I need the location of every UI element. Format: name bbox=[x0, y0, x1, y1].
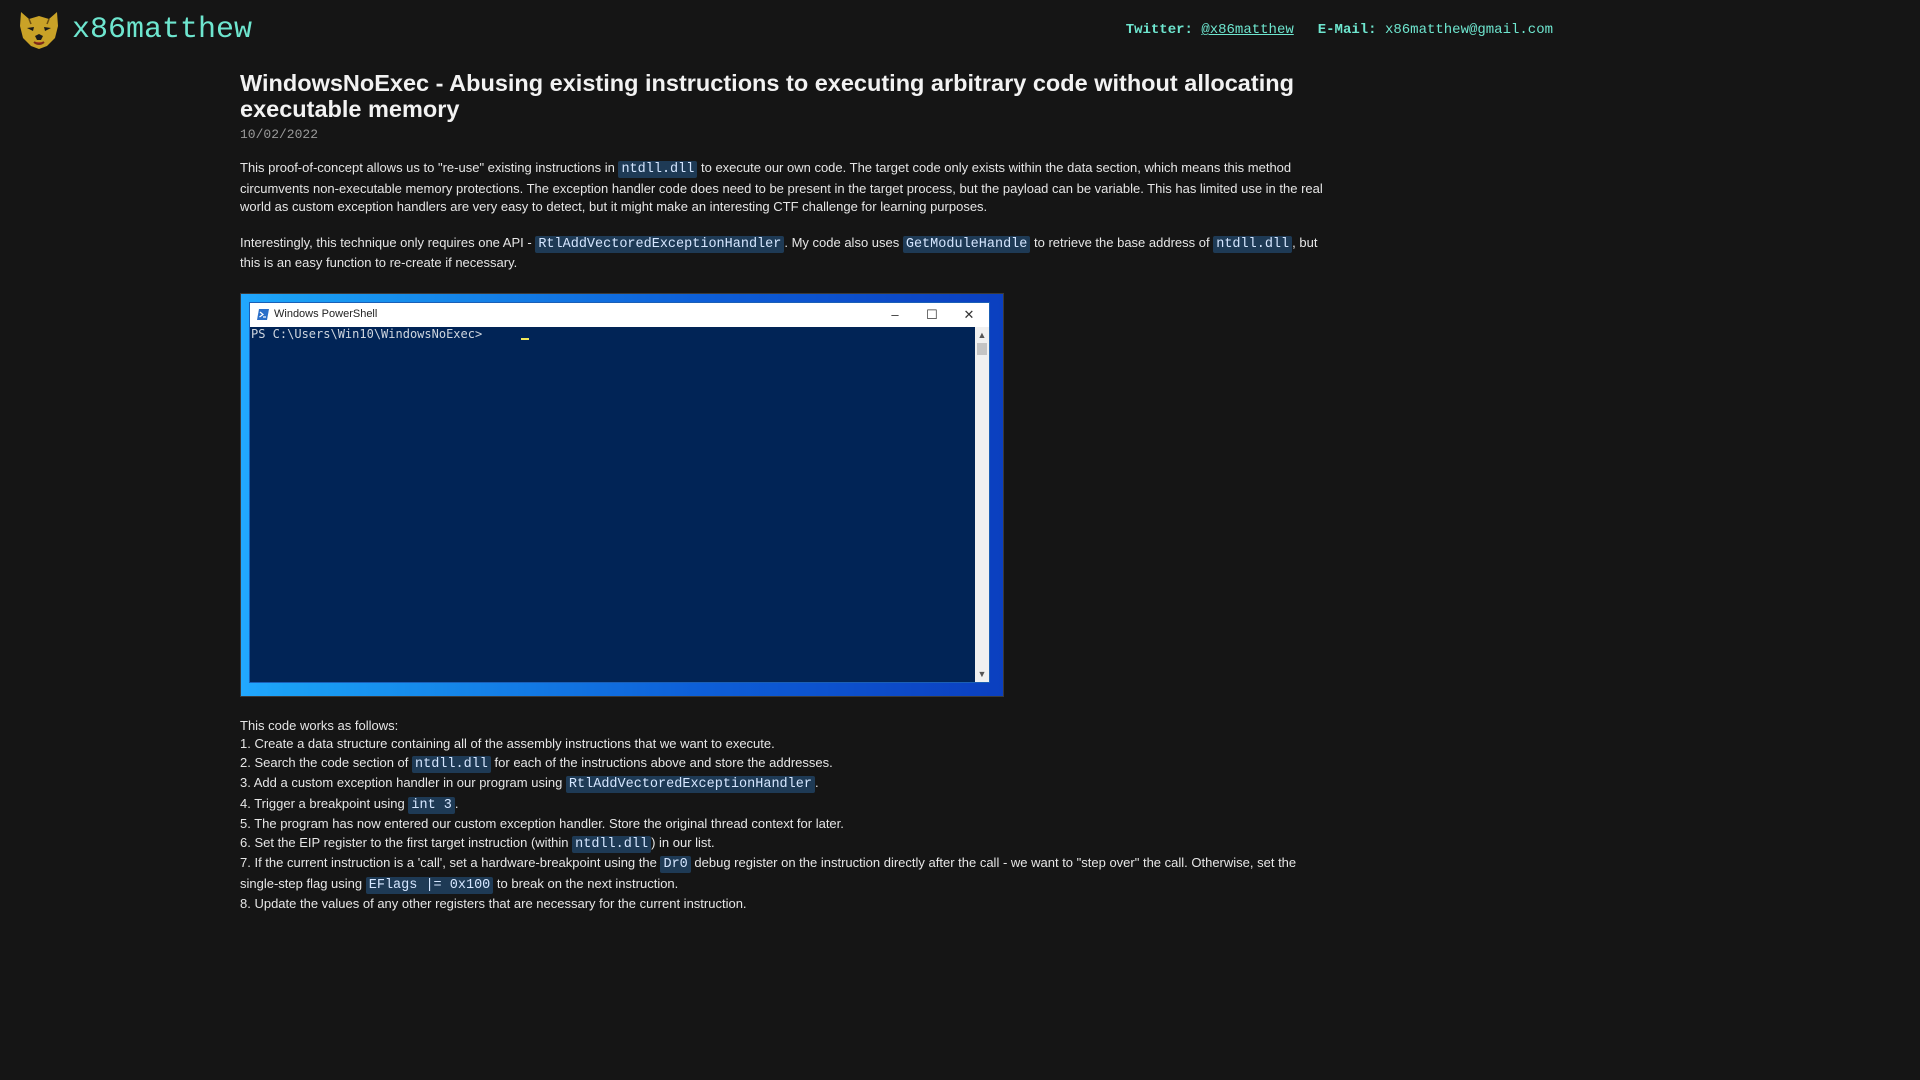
article-title: WindowsNoExec - Abusing existing instruc… bbox=[240, 70, 1294, 122]
list-item: 8. Update the values of any other regist… bbox=[240, 896, 747, 911]
site-header: x86matthew Twitter: @x86matthew E-Mail: x… bbox=[0, 0, 1568, 62]
intro-paragraph: This proof-of-concept allows us to "re-u… bbox=[240, 159, 1325, 217]
minimize-button[interactable]: – bbox=[877, 303, 913, 327]
api-text-1: Interestingly, this technique only requi… bbox=[240, 234, 536, 250]
demo-screenshot: Windows PowerShell – ☐ ✕ PS C:\Users\Win… bbox=[240, 292, 1004, 697]
inline-code: Dr0 bbox=[660, 856, 691, 873]
scroll-thumb[interactable] bbox=[977, 342, 987, 355]
list-item: 6. Set the EIP register to the first tar… bbox=[240, 834, 1325, 855]
inline-code: ntdll.dll bbox=[1213, 235, 1293, 253]
inline-code: RtlAddVectoredExceptionHandler bbox=[565, 776, 815, 793]
list-item: 5. The program has now entered our custo… bbox=[240, 816, 844, 831]
list-item: 1. Create a data structure containing al… bbox=[240, 736, 775, 751]
step-text: 3. Add a custom exception handler in our… bbox=[240, 775, 566, 790]
step-text: 7. If the current instruction is a 'call… bbox=[240, 855, 661, 870]
twitter-label: Twitter: bbox=[1125, 22, 1193, 38]
intro-text-1: This proof-of-concept allows us to "re-u… bbox=[240, 160, 619, 175]
inline-code: ntdll.dll bbox=[572, 835, 652, 853]
inline-code: ntdll.dll bbox=[412, 755, 491, 773]
close-button[interactable]: ✕ bbox=[951, 303, 987, 327]
inline-code: GetModuleHandle bbox=[902, 235, 1031, 253]
window-title: Windows PowerShell bbox=[274, 307, 378, 320]
email-address: x86matthew@gmail.com bbox=[1384, 22, 1553, 38]
list-item: 3. Add a custom exception handler in our… bbox=[240, 774, 1325, 795]
inline-code: EFlags |= 0x100 bbox=[365, 876, 494, 894]
text-cursor bbox=[521, 337, 529, 340]
steps-list: This code works as follows: 1. Create a … bbox=[240, 717, 1325, 914]
api-paragraph: Interestingly, this technique only requi… bbox=[240, 234, 1325, 273]
maximize-button[interactable]: ☐ bbox=[914, 303, 950, 327]
contact-info: Twitter: @x86matthew E-Mail: x86matthew@g… bbox=[1126, 22, 1553, 38]
list-item: 7. If the current instruction is a 'call… bbox=[240, 854, 1325, 895]
scroll-down-icon[interactable]: ▼ bbox=[975, 668, 989, 680]
step-text: 4. Trigger a breakpoint using bbox=[240, 795, 409, 811]
console-area[interactable]: PS C:\Users\Win10\WindowsNoExec> bbox=[250, 327, 975, 682]
steps-intro: This code works as follows: bbox=[240, 717, 399, 733]
api-text-3: to retrieve the base address of bbox=[1030, 234, 1214, 250]
wolverine-logo-icon[interactable] bbox=[17, 10, 61, 50]
inline-code: ntdll.dll bbox=[618, 161, 698, 178]
inline-code: RtlAddVectoredExceptionHandler bbox=[535, 235, 785, 253]
step-text: . bbox=[814, 775, 819, 790]
step-text: ) in our list. bbox=[651, 834, 715, 850]
article: WindowsNoExec - Abusing existing instruc… bbox=[240, 70, 1325, 914]
api-text-2: . My code also uses bbox=[784, 234, 903, 250]
step-text: 2. Search the code section of bbox=[240, 754, 412, 770]
list-item: 4. Trigger a breakpoint using int 3. bbox=[240, 795, 1325, 816]
inline-code: int 3 bbox=[408, 796, 455, 814]
powershell-icon bbox=[257, 308, 269, 320]
step-text: for each of the instructions above and s… bbox=[490, 754, 833, 770]
scroll-up-icon[interactable]: ▲ bbox=[975, 329, 989, 341]
site-title-link[interactable]: x86matthew bbox=[72, 13, 252, 47]
scrollbar[interactable]: ▲ ▼ bbox=[975, 326, 989, 682]
step-text: 6. Set the EIP register to the first tar… bbox=[240, 834, 573, 850]
powershell-window: Windows PowerShell – ☐ ✕ PS C:\Users\Win… bbox=[250, 302, 989, 682]
console-prompt: PS C:\Users\Win10\WindowsNoExec> bbox=[251, 326, 490, 341]
list-item: 2. Search the code section of ntdll.dll … bbox=[240, 754, 1325, 775]
step-text: to break on the next instruction. bbox=[493, 875, 679, 891]
twitter-link[interactable]: @x86matthew bbox=[1201, 22, 1293, 38]
step-text: . bbox=[454, 795, 459, 811]
email-label: E-Mail: bbox=[1317, 22, 1377, 38]
article-date: 10/02/2022 bbox=[240, 127, 319, 142]
powershell-titlebar: Windows PowerShell – ☐ ✕ bbox=[250, 302, 989, 327]
